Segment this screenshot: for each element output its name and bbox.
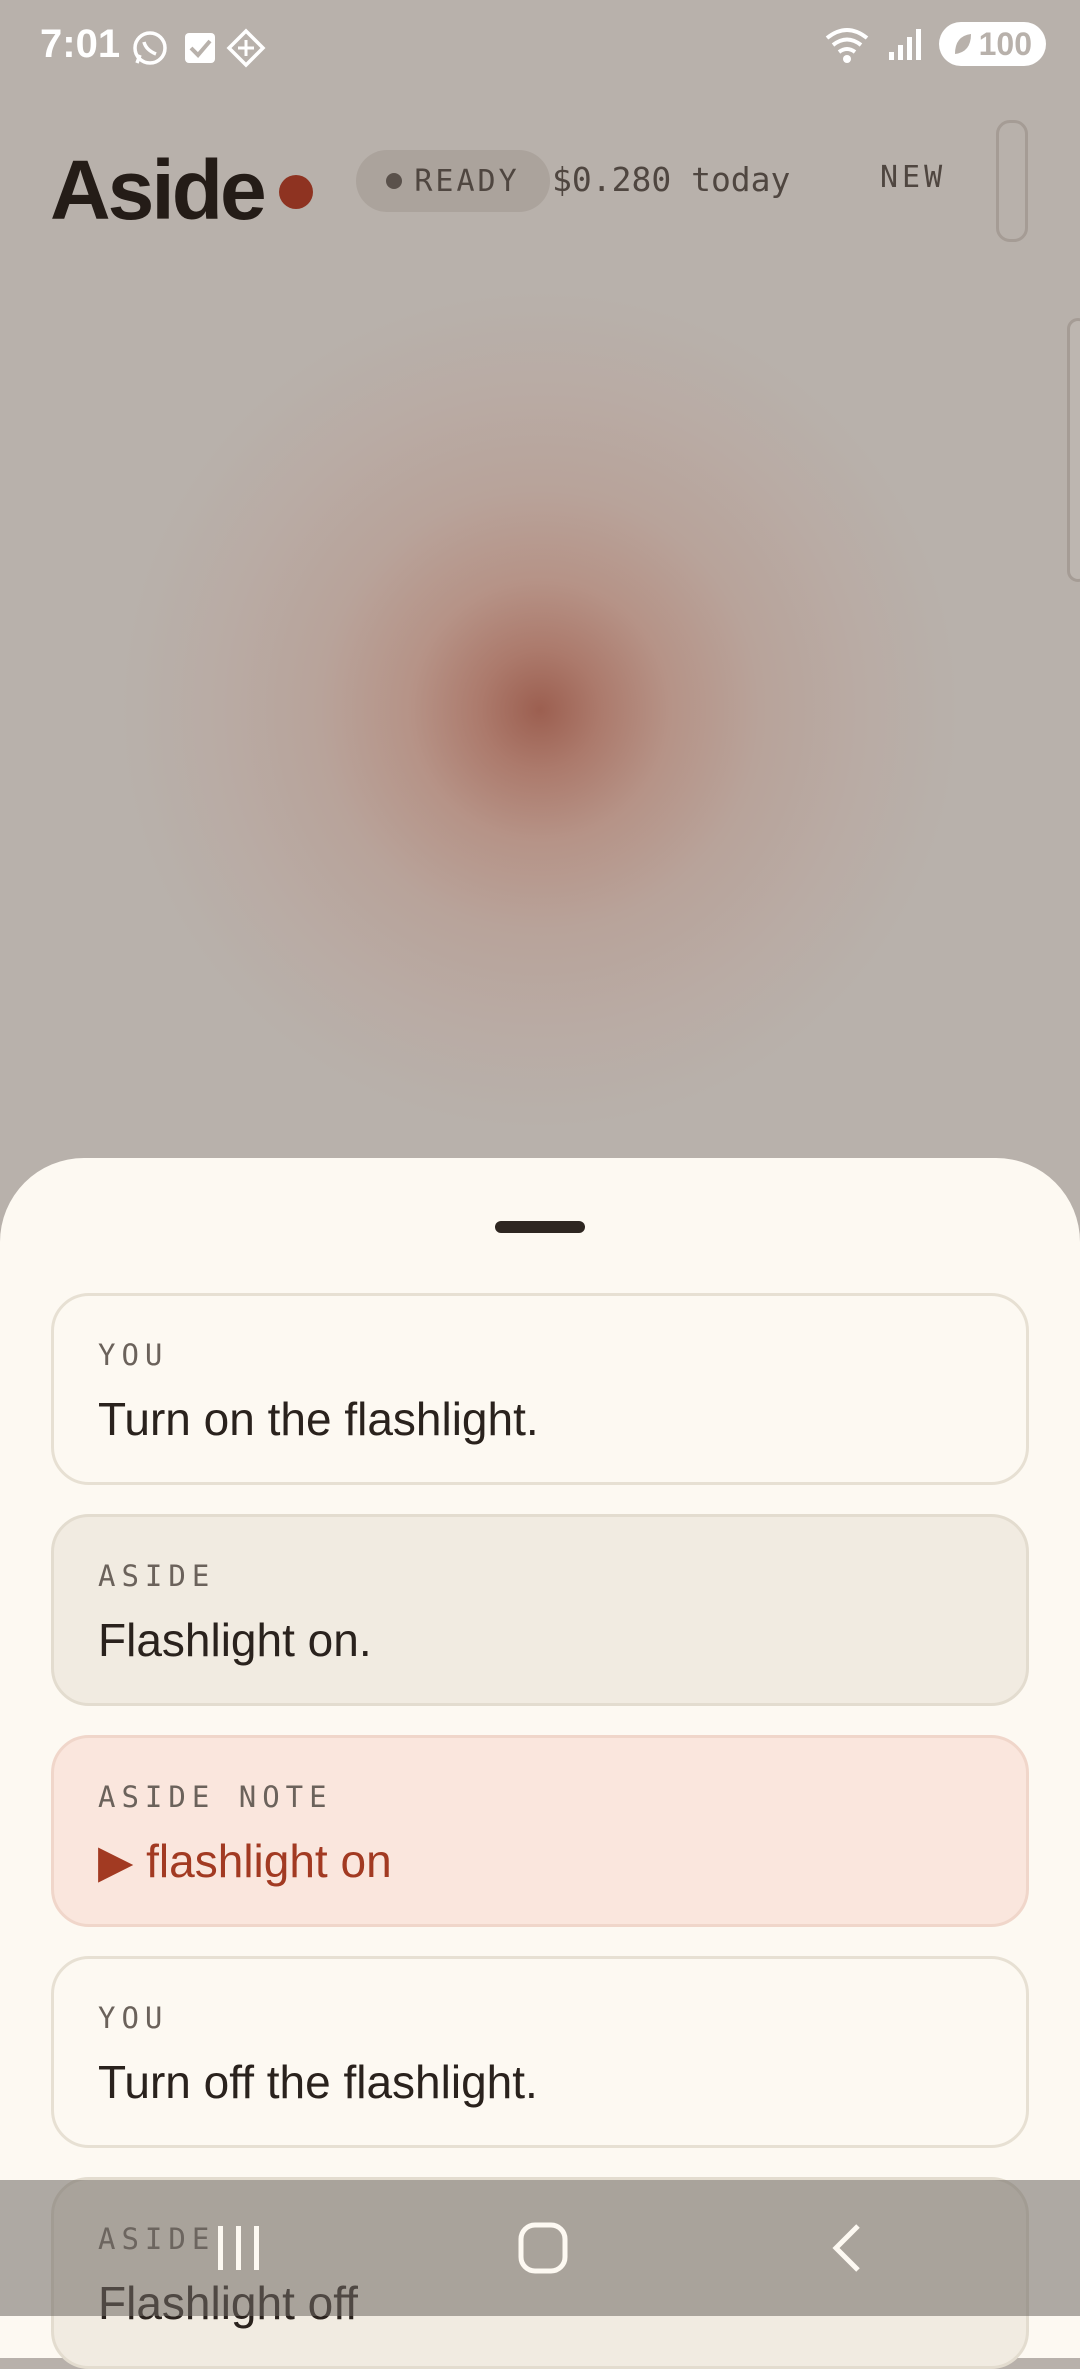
recents-icon[interactable] [214, 2220, 264, 2276]
edge-panel-handle[interactable] [1067, 318, 1080, 582]
checkbox-icon [185, 33, 215, 63]
cost-today: $0.280 today [552, 160, 791, 199]
status-time: 7:01 [40, 22, 121, 66]
home-icon[interactable] [516, 2220, 572, 2276]
status-bar: 7:01 100 [0, 0, 1080, 96]
new-button[interactable]: NEW [880, 160, 946, 195]
message-card-note: ASIDE NOTE ▶ flashlight on [51, 1735, 1029, 1927]
message-text: ▶ flashlight on [98, 1835, 392, 1887]
battery-saver-icon [954, 34, 971, 54]
menu-button[interactable] [996, 120, 1028, 242]
status-dot [386, 173, 403, 189]
signal-icon [888, 29, 921, 60]
message-card-assistant: ASIDE Flashlight on. [51, 1514, 1029, 1706]
app-title: Aside [50, 143, 267, 237]
diamond-app-icon [226, 28, 266, 68]
back-icon[interactable] [822, 2220, 872, 2276]
sheet-drag-handle[interactable] [495, 1221, 585, 1233]
message-text: Turn off the flashlight. [98, 2056, 538, 2108]
message-role: YOU [98, 2001, 169, 2035]
status-pill: READY [356, 150, 550, 212]
battery-level: 100 [978, 25, 1032, 62]
status-label: READY [414, 163, 520, 199]
message-role: YOU [98, 1338, 169, 1372]
status-right: 100 [823, 22, 1046, 66]
wifi-icon [825, 28, 868, 63]
battery-indicator: 100 [938, 22, 1046, 66]
message-card-user: YOU Turn off the flashlight. [51, 1956, 1029, 2148]
navigation-bar [0, 2180, 1080, 2316]
recording-dot [279, 175, 313, 209]
voice-orb[interactable] [120, 290, 960, 1130]
message-role: ASIDE [98, 1559, 216, 1593]
message-text: Flashlight on. [98, 1614, 372, 1666]
message-role: ASIDE NOTE [98, 1780, 333, 1814]
message-card-user: YOU Turn on the flashlight. [51, 1293, 1029, 1485]
whatsapp-icon [133, 31, 167, 65]
message-text: Turn on the flashlight. [98, 1393, 539, 1445]
